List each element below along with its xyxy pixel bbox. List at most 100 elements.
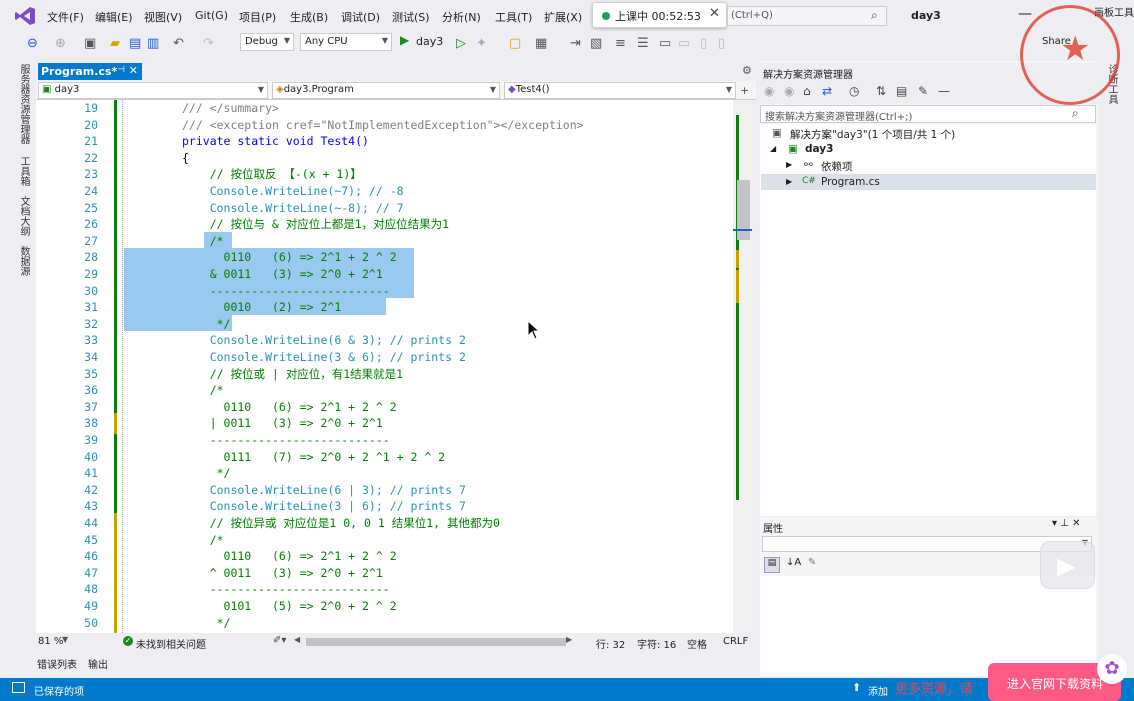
minimize-icon[interactable]: — — [1018, 6, 1032, 22]
chevron-down-icon[interactable]: ▼ — [62, 635, 68, 644]
code-line: 0101 (5) => 2^0 + 2 ^ 2 — [182, 599, 397, 613]
brain-icon[interactable]: ✿ — [1097, 654, 1127, 684]
line-number: 24 — [84, 184, 98, 198]
scrollbar-change-marker — [736, 270, 739, 303]
server-explorer-tab[interactable]: 服务器资源管理器 — [18, 64, 31, 144]
code-cleanup-icon[interactable]: ✐▾ — [273, 635, 286, 646]
wrench-icon[interactable]: ✎ — [918, 84, 928, 98]
issues-status[interactable]: 未找到相关问题 — [136, 636, 206, 651]
scrollbar-thumb[interactable] — [737, 180, 750, 240]
document-outline-tab[interactable]: 文档大纲 — [18, 196, 31, 236]
pin-icon[interactable]: ⊥ — [1060, 518, 1069, 529]
forward-icon[interactable]: ◉ — [784, 84, 794, 98]
menu-project[interactable]: 项目(P) — [239, 9, 276, 25]
switch-views-icon[interactable]: ⇄ — [822, 84, 832, 98]
wrench-icon[interactable]: ✎ — [808, 557, 816, 568]
add-source-control[interactable]: 添加 — [868, 683, 888, 698]
scroll-left-icon[interactable]: ◀ — [294, 635, 300, 644]
browse-icon[interactable]: ▢ — [509, 36, 521, 52]
save-all-icon[interactable]: ▥ — [147, 36, 159, 52]
menu-file[interactable]: 文件(F) — [47, 9, 84, 25]
tab-output[interactable]: 输出 — [88, 656, 108, 671]
new-item-icon[interactable]: ▣ — [84, 36, 96, 52]
back-icon[interactable]: ⊖ — [27, 36, 38, 52]
menu-debug[interactable]: 调试(D) — [341, 9, 380, 25]
start-without-debug-icon[interactable]: ▷ — [456, 36, 466, 52]
toolbox-tab[interactable]: 工具箱 — [18, 156, 31, 186]
menu-tools[interactable]: 工具(T) — [495, 9, 532, 25]
home-icon[interactable]: ⌂ — [803, 84, 811, 98]
menu-view[interactable]: 视图(V) — [144, 9, 182, 25]
tree-item-solution[interactable]: 解决方案"day3"(1 个项目/共 1 个) — [790, 127, 955, 142]
tab-error-list[interactable]: 错误列表 — [37, 656, 77, 671]
uncomment-icon[interactable]: ▭ — [678, 36, 690, 52]
save-icon[interactable]: ▤ — [129, 36, 141, 52]
nav-project-select[interactable]: ▣ day3 ▼ — [38, 82, 268, 99]
expand-icon[interactable]: ◢ — [770, 144, 776, 153]
categorized-icon[interactable]: ▤ — [764, 557, 780, 573]
comment-icon[interactable]: ▭ — [659, 36, 671, 52]
split-editor-icon[interactable]: + — [740, 84, 749, 97]
start-debug-icon[interactable]: ▶ — [400, 33, 409, 47]
code-line: */ — [182, 615, 231, 630]
menu-analyze[interactable]: 分析(N) — [442, 9, 481, 25]
tree-item-dependencies[interactable]: 依赖项 — [821, 159, 853, 174]
left-tool-strip — [0, 61, 36, 678]
menu-edit[interactable]: 编辑(E) — [95, 9, 133, 25]
video-play-overlay[interactable]: ▶ — [1040, 541, 1095, 589]
collapse-icon[interactable]: ▶ — [786, 177, 792, 186]
nav-class-select[interactable]: ◈day3.Program ▼ — [272, 82, 500, 99]
menu-extensions[interactable]: 扩展(X) — [544, 9, 582, 25]
nav-member-value: Test4() — [515, 84, 550, 95]
solution-search-input[interactable]: 搜索解决方案资源管理器(Ctrl+;) — [760, 105, 1096, 123]
config-value: Debug — [245, 36, 278, 47]
line-ending-indicator[interactable]: CRLF — [723, 636, 748, 647]
horizontal-scrollbar-thumb[interactable] — [306, 638, 566, 646]
platform-select[interactable]: Any CPU ▼ — [300, 33, 392, 51]
indent-icon[interactable]: ☰ — [637, 36, 649, 52]
gear-icon[interactable]: ⚙ — [742, 64, 752, 77]
whitespace-indicator[interactable]: 空格 — [687, 636, 707, 651]
chevron-down-icon[interactable]: ▾ — [1052, 518, 1057, 529]
close-icon[interactable]: ✕ — [709, 6, 720, 21]
config-select[interactable]: Debug ▼ — [240, 33, 294, 51]
code-editor[interactable]: 19 20 21 22 23 24 25 26 27 28 29 30 31 3… — [36, 100, 752, 633]
line-number: 45 — [84, 532, 98, 547]
start-debug-label[interactable]: day3 — [416, 35, 443, 48]
tree-item-project[interactable]: day3 — [805, 143, 833, 155]
menu-git[interactable]: Git(G) — [195, 9, 228, 22]
data-sources-tab[interactable]: 数据源 — [18, 246, 31, 276]
toggle-icon[interactable]: ▧ — [590, 36, 602, 52]
scroll-right-icon[interactable]: ▶ — [566, 635, 572, 644]
tab-program-cs[interactable]: Program.cs* ⊣ ✕ — [38, 63, 142, 80]
refresh-icon[interactable]: ▤ — [896, 84, 907, 98]
upload-icon[interactable]: ⬆ — [852, 681, 861, 694]
menu-build[interactable]: 生成(B) — [290, 9, 328, 25]
pin-icon[interactable]: ⊣ — [117, 65, 125, 75]
close-icon[interactable]: ✕ — [129, 64, 138, 77]
zoom-level[interactable]: 81 % — [38, 636, 63, 647]
alphabetical-icon[interactable]: ↓A — [786, 557, 801, 568]
more-icon[interactable]: — — [938, 84, 950, 98]
forward-icon[interactable]: ⊕ — [55, 36, 66, 52]
search-input[interactable]: (Ctrl+Q) ⌕ — [727, 6, 887, 26]
notification-icon[interactable] — [12, 682, 25, 693]
redo-icon[interactable]: ↷ — [203, 36, 214, 52]
back-icon[interactable]: ◉ — [764, 84, 774, 98]
open-folder-icon[interactable]: ▰ — [110, 36, 120, 52]
hot-reload-icon[interactable]: ✦ — [476, 36, 487, 52]
history-icon[interactable]: ◷ — [849, 84, 859, 98]
undo-icon[interactable]: ↶ — [173, 36, 184, 52]
collapse-icon[interactable]: ▶ — [786, 160, 792, 169]
menu-test[interactable]: 测试(S) — [392, 9, 430, 25]
close-icon[interactable]: ✕ — [1072, 518, 1080, 529]
bookmark-next-icon[interactable]: ▯ — [718, 36, 725, 52]
layout-icon[interactable]: ▦ — [535, 36, 547, 52]
align-icon[interactable]: ≡ — [615, 36, 626, 52]
panel-title: 解决方案资源管理器 — [763, 70, 853, 81]
sync-icon[interactable]: ⇅ — [876, 84, 886, 98]
step-icon[interactable]: ⇥ — [570, 36, 581, 52]
bookmark-icon[interactable]: ▯ — [700, 36, 707, 52]
tree-item-file[interactable]: Program.cs — [821, 176, 880, 188]
nav-member-select[interactable]: ◆Test4() ▼ — [504, 82, 736, 99]
